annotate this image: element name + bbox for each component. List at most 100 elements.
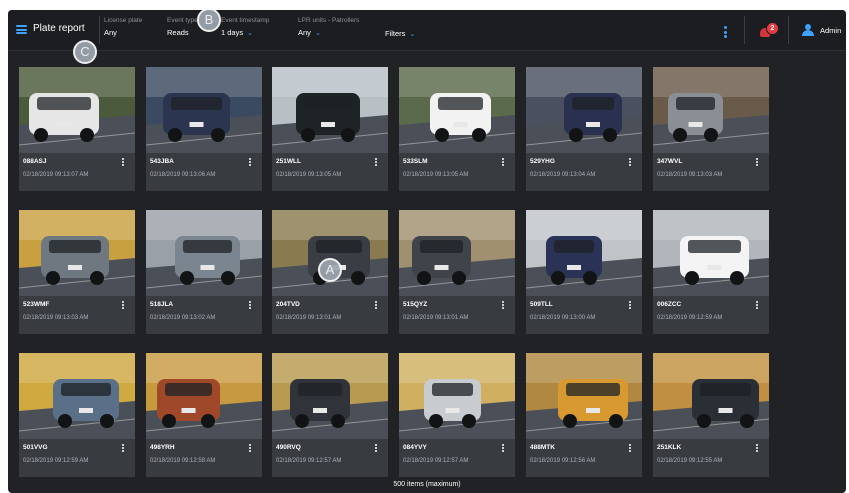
card-options-icon[interactable] — [249, 301, 251, 309]
plate-number: 251WLL — [276, 158, 301, 165]
vehicle-thumbnail[interactable] — [272, 353, 388, 439]
read-timestamp: 02/18/2019 09:13:05 AM — [276, 172, 342, 178]
card-options-icon[interactable] — [375, 444, 377, 452]
plate-read-card[interactable]: 533SLM 02/18/2019 09:13:05 AM — [399, 67, 515, 191]
card-options-icon[interactable] — [122, 158, 124, 166]
callout-marker-a: A — [318, 258, 342, 282]
read-timestamp: 02/18/2019 09:13:02 AM — [150, 315, 216, 321]
card-options-icon[interactable] — [122, 444, 124, 452]
filter-lpr-units[interactable]: LPR units - Patrollers Any ⌄ — [298, 17, 359, 37]
vehicle-thumbnail[interactable] — [653, 210, 769, 296]
plate-read-card[interactable]: 084YVY 02/18/2019 09:12:57 AM — [399, 353, 515, 477]
read-timestamp: 02/18/2019 09:12:59 AM — [657, 315, 723, 321]
plate-read-card[interactable]: 490RVQ 02/18/2019 09:12:57 AM — [272, 353, 388, 477]
vehicle-thumbnail[interactable] — [653, 67, 769, 153]
plate-read-card[interactable]: 488MTK 02/18/2019 09:12:56 AM — [526, 353, 642, 477]
card-options-icon[interactable] — [502, 301, 504, 309]
vehicle-thumbnail[interactable] — [146, 67, 262, 153]
vehicle-thumbnail[interactable] — [272, 67, 388, 153]
card-options-icon[interactable] — [629, 444, 631, 452]
plate-number: 498YRH — [150, 444, 175, 451]
filter-event-type[interactable]: Event type Reads — [167, 17, 198, 37]
filter-value: Any — [298, 28, 311, 37]
plate-number: 251KLK — [657, 444, 682, 451]
chevron-down-icon: ⌄ — [409, 31, 416, 38]
plate-read-card[interactable]: 498YRH 02/18/2019 09:12:58 AM — [146, 353, 262, 477]
vehicle-thumbnail[interactable] — [399, 353, 515, 439]
card-options-icon[interactable] — [122, 301, 124, 309]
card-options-icon[interactable] — [756, 301, 758, 309]
plate-read-card[interactable]: 347WVL 02/18/2019 09:13:03 AM — [653, 67, 769, 191]
notifications-button[interactable]: 2 — [758, 21, 780, 41]
plate-number: 490RVQ — [276, 444, 301, 451]
vehicle-thumbnail[interactable] — [653, 353, 769, 439]
plate-read-card[interactable]: 509TLL 02/18/2019 09:13:00 AM — [526, 210, 642, 334]
vehicle-thumbnail[interactable] — [19, 67, 135, 153]
plate-number: 006ZCC — [657, 301, 682, 308]
user-icon[interactable] — [802, 24, 814, 36]
vehicle-thumbnail[interactable] — [526, 67, 642, 153]
vehicle-thumbnail[interactable] — [399, 67, 515, 153]
card-options-icon[interactable] — [756, 444, 758, 452]
divider — [99, 16, 100, 44]
plate-read-card[interactable]: 515QYZ 02/18/2019 09:13:01 AM — [399, 210, 515, 334]
card-options-icon[interactable] — [502, 158, 504, 166]
divider — [744, 16, 745, 44]
filter-label: Event timestamp — [221, 17, 270, 24]
read-timestamp: 02/18/2019 09:13:00 AM — [530, 315, 596, 321]
vehicle-thumbnail[interactable] — [526, 210, 642, 296]
plate-read-card[interactable]: 523WMF 02/18/2019 09:13:03 AM — [19, 210, 135, 334]
filter-license-plate[interactable]: License plate Any — [104, 17, 142, 37]
plate-read-card[interactable]: 006ZCC 02/18/2019 09:12:59 AM — [653, 210, 769, 334]
card-options-icon[interactable] — [375, 301, 377, 309]
filter-value: Reads — [167, 28, 189, 37]
vehicle-thumbnail[interactable] — [526, 353, 642, 439]
card-options-icon[interactable] — [249, 444, 251, 452]
item-count: 500 items (maximum) — [393, 481, 461, 488]
card-options-icon[interactable] — [629, 301, 631, 309]
plate-number: 543JBA — [150, 158, 174, 165]
plate-read-card[interactable]: 251WLL 02/18/2019 09:13:05 AM — [272, 67, 388, 191]
plate-number: 518JLA — [150, 301, 174, 308]
plate-number: 509TLL — [530, 301, 553, 308]
chevron-down-icon: ⌄ — [247, 30, 253, 37]
read-timestamp: 02/18/2019 09:13:03 AM — [23, 315, 89, 321]
divider — [788, 16, 789, 44]
plate-number: 204TVD — [276, 301, 300, 308]
plate-read-card[interactable]: 543JBA 02/18/2019 09:13:06 AM — [146, 67, 262, 191]
vehicle-thumbnail[interactable] — [19, 210, 135, 296]
card-options-icon[interactable] — [629, 158, 631, 166]
plate-number: 088ASJ — [23, 158, 47, 165]
vehicle-thumbnail[interactable] — [399, 210, 515, 296]
filter-label: LPR units - Patrollers — [298, 17, 360, 24]
read-timestamp: 02/18/2019 09:12:58 AM — [150, 458, 216, 464]
card-options-icon[interactable] — [502, 444, 504, 452]
plate-read-card[interactable]: 501VVG 02/18/2019 09:12:59 AM — [19, 353, 135, 477]
read-timestamp: 02/18/2019 09:13:06 AM — [150, 172, 216, 178]
menu-icon[interactable] — [16, 25, 27, 34]
plate-number: 488MTK — [530, 444, 555, 451]
plate-number: 523WMF — [23, 301, 50, 308]
card-options-icon[interactable] — [375, 158, 377, 166]
plate-read-card[interactable]: 251KLK 02/18/2019 09:12:55 AM — [653, 353, 769, 477]
plate-read-card[interactable]: 518JLA 02/18/2019 09:13:02 AM — [146, 210, 262, 334]
plate-number: 347WVL — [657, 158, 683, 165]
filter-event-timestamp[interactable]: Event timestamp 1 days ⌄ — [221, 17, 269, 37]
card-options-icon[interactable] — [756, 158, 758, 166]
user-name[interactable]: Admin — [820, 26, 841, 35]
filters-button[interactable]: Filters ⌄ — [385, 29, 415, 38]
page-title: Plate report — [33, 23, 85, 34]
filter-label: Event type — [167, 17, 198, 24]
vehicle-thumbnail[interactable] — [146, 353, 262, 439]
vehicle-thumbnail[interactable] — [272, 210, 388, 296]
card-options-icon[interactable] — [249, 158, 251, 166]
read-timestamp: 02/18/2019 09:12:56 AM — [530, 458, 596, 464]
plate-read-card[interactable]: 088ASJ 02/18/2019 09:13:07 AM — [19, 67, 135, 191]
app-window: Plate report License plate Any Event typ… — [8, 10, 846, 493]
read-timestamp: 02/18/2019 09:13:07 AM — [23, 172, 89, 178]
plate-read-card[interactable]: 529YHG 02/18/2019 09:13:04 AM — [526, 67, 642, 191]
more-options-icon[interactable] — [724, 26, 727, 38]
vehicle-thumbnail[interactable] — [146, 210, 262, 296]
vehicle-thumbnail[interactable] — [19, 353, 135, 439]
read-timestamp: 02/18/2019 09:13:01 AM — [276, 315, 342, 321]
